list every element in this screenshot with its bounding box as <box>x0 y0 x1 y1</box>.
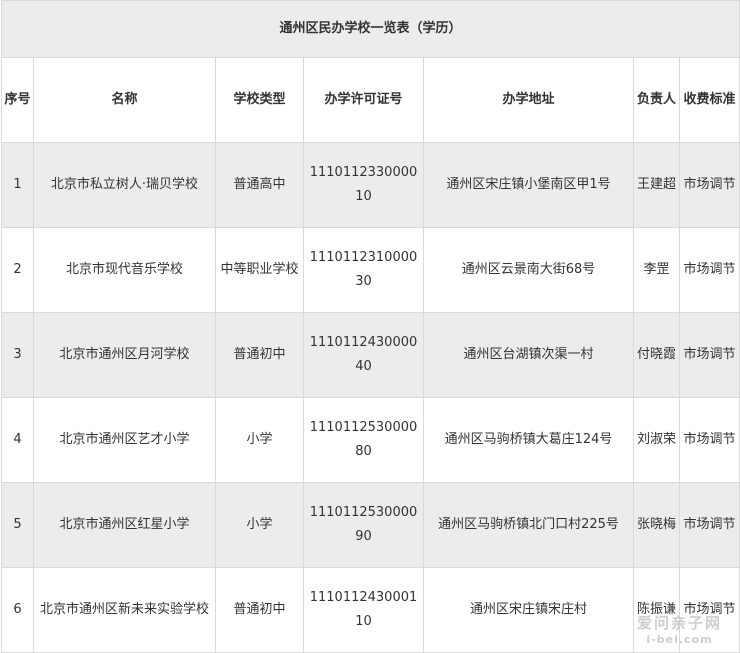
cell-address: 通州区宋庄镇宋庄村 <box>423 567 634 653</box>
table-row: 3 北京市通州区月河学校 普通初中 111011243000040 通州区台湖镇次渠一村… <box>1 312 740 398</box>
cell-license-no: 111011253000080 <box>303 397 424 483</box>
header-fee-standard: 收费标准 <box>678 57 740 143</box>
table-row: 5 北京市通州区红星小学 小学 111011253000090 通州区马驹桥镇北门口村2… <box>1 482 740 568</box>
table-title: 通州区民办学校一览表（学历） <box>0 0 740 58</box>
cell-school-type: 小学 <box>215 397 304 483</box>
cell-name: 北京市通州区月河学校 <box>33 312 216 398</box>
schools-table: 通州区民办学校一览表（学历） 序号 名称 学校类型 办学许可证号 办学地址 负责… <box>0 0 740 653</box>
table-row: 6 北京市通州区新未来实验学校 普通初中 111011243000110 通州区宋庄镇宋… <box>1 567 740 653</box>
cell-fee-standard: 市场调节 <box>678 227 740 313</box>
cell-license-no: 111011243000040 <box>303 312 424 398</box>
cell-school-type: 普通初中 <box>215 312 304 398</box>
table-row: 1 北京市私立树人·瑞贝学校 普通高中 111011233000010 通州区宋庄镇小堡… <box>1 142 740 228</box>
cell-principal: 刘淑荣 <box>633 397 680 483</box>
cell-principal: 张晓梅 <box>633 482 680 568</box>
header-license-no: 办学许可证号 <box>303 57 424 143</box>
cell-school-type: 普通初中 <box>215 567 304 653</box>
cell-address: 通州区马驹桥镇北门口村225号 <box>423 482 634 568</box>
cell-fee-standard: 市场调节 <box>678 482 740 568</box>
table-row: 4 北京市通州区艺才小学 小学 111011253000080 通州区马驹桥镇大葛庄12… <box>1 397 740 483</box>
header-address: 办学地址 <box>423 57 634 143</box>
cell-address: 通州区马驹桥镇大葛庄124号 <box>423 397 634 483</box>
cell-license-no: 111011231000030 <box>303 227 424 313</box>
header-name: 名称 <box>33 57 216 143</box>
cell-principal: 李罡 <box>633 227 680 313</box>
cell-school-type: 中等职业学校 <box>215 227 304 313</box>
cell-address: 通州区台湖镇次渠一村 <box>423 312 634 398</box>
cell-index: 6 <box>1 567 34 653</box>
cell-name: 北京市通州区新未来实验学校 <box>33 567 216 653</box>
cell-name: 北京市通州区红星小学 <box>33 482 216 568</box>
cell-index: 3 <box>1 312 34 398</box>
cell-index: 2 <box>1 227 34 313</box>
header-index: 序号 <box>1 57 34 143</box>
cell-name: 北京市通州区艺才小学 <box>33 397 216 483</box>
table-title-row: 通州区民办学校一览表（学历） <box>0 0 740 58</box>
header-principal: 负责人 <box>633 57 680 143</box>
cell-name: 北京市现代音乐学校 <box>33 227 216 313</box>
table-row: 2 北京市现代音乐学校 中等职业学校 111011231000030 通州区云景南大街6… <box>1 227 740 313</box>
cell-school-type: 普通高中 <box>215 142 304 228</box>
cell-index: 4 <box>1 397 34 483</box>
cell-name: 北京市私立树人·瑞贝学校 <box>33 142 216 228</box>
cell-license-no: 111011243000110 <box>303 567 424 653</box>
cell-address: 通州区云景南大街68号 <box>423 227 634 313</box>
cell-fee-standard: 市场调节 <box>678 567 740 653</box>
cell-principal: 陈振谦 <box>633 567 680 653</box>
cell-index: 5 <box>1 482 34 568</box>
cell-address: 通州区宋庄镇小堡南区甲1号 <box>423 142 634 228</box>
cell-principal: 王建超 <box>633 142 680 228</box>
cell-fee-standard: 市场调节 <box>678 142 740 228</box>
cell-school-type: 小学 <box>215 482 304 568</box>
cell-index: 1 <box>1 142 34 228</box>
cell-license-no: 111011253000090 <box>303 482 424 568</box>
cell-fee-standard: 市场调节 <box>678 312 740 398</box>
cell-principal: 付晓霞 <box>633 312 680 398</box>
cell-license-no: 111011233000010 <box>303 142 424 228</box>
header-school-type: 学校类型 <box>215 57 304 143</box>
cell-fee-standard: 市场调节 <box>678 397 740 483</box>
table-header-row: 序号 名称 学校类型 办学许可证号 办学地址 负责人 收费标准 <box>1 57 740 143</box>
